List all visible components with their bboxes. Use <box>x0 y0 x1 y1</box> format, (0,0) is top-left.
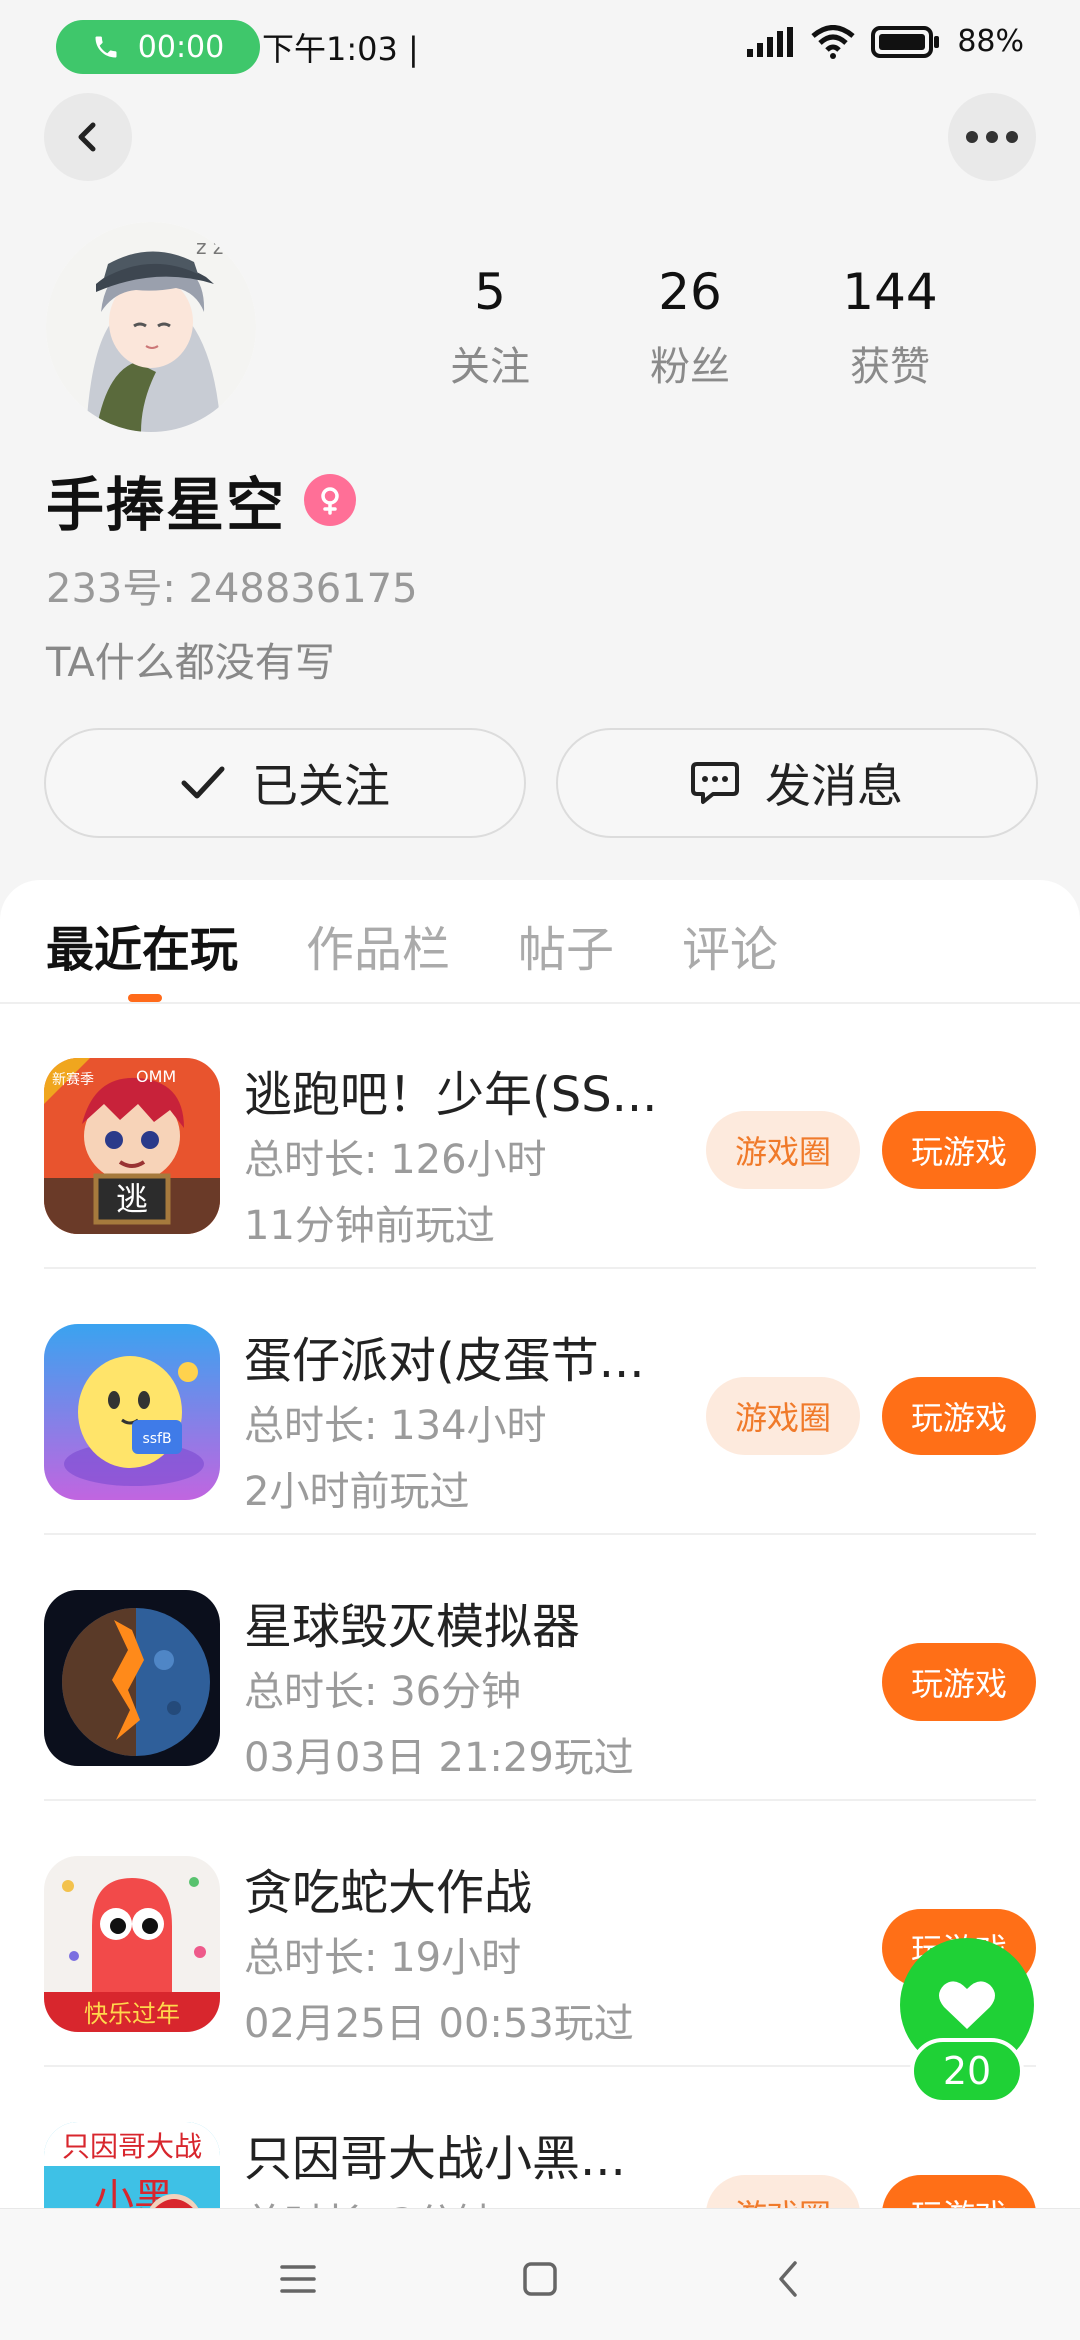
fans-label: 粉丝 <box>650 344 730 390</box>
game-title: 逃跑吧！少年(SS... <box>244 1067 658 1123</box>
game-circle-button[interactable]: 游戏圈 <box>706 2175 860 2208</box>
tab-recently-played[interactable]: 最近在玩 <box>46 910 238 980</box>
following-button-label: 已关注 <box>252 759 390 813</box>
fans-count: 26 <box>658 263 722 321</box>
game-last-played: 03月03日 21:29玩过 <box>244 1735 634 1781</box>
female-gender-icon <box>304 474 357 526</box>
wifi-icon <box>811 24 855 59</box>
chat-bubble-icon <box>691 762 739 804</box>
profile-tabs: 最近在玩 作品栏 帖子 评论 <box>46 910 778 980</box>
game-playtime: 总时长: 126小时 <box>244 1137 547 1183</box>
likes-count: 144 <box>842 263 938 321</box>
anime-character-avatar-image: z z <box>46 222 256 432</box>
game-playtime: 总时长: 19小时 <box>244 1935 522 1981</box>
system-back-button[interactable] <box>758 2249 818 2309</box>
tab-posts[interactable]: 帖子 <box>518 910 614 980</box>
chevron-left-icon <box>78 122 96 152</box>
game-title: 只因哥大战小黑... <box>244 2131 626 2187</box>
recent-apps-button[interactable] <box>268 2249 328 2309</box>
heart-icon <box>939 1981 995 2029</box>
play-game-button[interactable]: 玩游戏 <box>882 1643 1036 1721</box>
like-count: 20 <box>910 2038 1024 2104</box>
game-last-played: 11分钟前玩过 <box>244 1203 495 1249</box>
check-icon <box>181 766 225 799</box>
likes-label: 获赞 <box>850 344 930 390</box>
tab-comments[interactable]: 评论 <box>682 910 778 980</box>
active-tab-indicator <box>128 994 162 1002</box>
profile-stats: 5 关注 26 粉丝 144 获赞 <box>390 262 990 392</box>
like-floating-button[interactable]: 20 <box>900 1938 1034 2108</box>
username-row: 手捧星空 <box>46 458 357 542</box>
status-bar: 00:00 下午1:03 | 88% <box>0 0 1080 92</box>
svg-text:OMM: OMM <box>136 1067 176 1086</box>
play-game-button[interactable]: 玩游戏 <box>882 2175 1036 2208</box>
game-last-played: 2小时前玩过 <box>244 1469 470 1515</box>
home-button[interactable] <box>510 2249 570 2309</box>
game-title: 贪吃蛇大作战 <box>244 1865 533 1921</box>
svg-text:新赛季: 新赛季 <box>52 1072 94 1088</box>
game-circle-button[interactable]: 游戏圈 <box>706 1377 860 1455</box>
stat-likes[interactable]: 144 获赞 <box>790 262 990 392</box>
send-message-button[interactable]: 发消息 <box>556 728 1038 838</box>
system-navigation-bar <box>0 2208 1080 2340</box>
list-item[interactable]: ssfB 蛋仔派对(皮蛋节... 总时长: 134小时 2小时前玩过 游戏圈 玩… <box>0 1269 1080 1535</box>
username: 手捧星空 <box>46 471 287 539</box>
more-options-button[interactable] <box>948 93 1036 181</box>
list-item[interactable]: 逃 新赛季 OMM 逃跑吧！少年(SS... 总时长: 126小时 11分钟前玩… <box>0 1003 1080 1269</box>
user-bio: TA什么都没有写 <box>46 640 335 686</box>
play-game-button[interactable]: 玩游戏 <box>882 1111 1036 1189</box>
game-playtime: 总时长: 134小时 <box>244 1403 547 1449</box>
svg-text:z z: z z <box>196 235 223 259</box>
game-playtime: 总时长: 36分钟 <box>244 1669 522 1715</box>
game-icon-planet-destroyer <box>44 1590 220 1766</box>
game-icon-snake: 快乐过年 <box>44 1856 220 2032</box>
following-button[interactable]: 已关注 <box>44 728 526 838</box>
tab-works[interactable]: 作品栏 <box>306 910 450 980</box>
ongoing-call-pill[interactable]: 00:00 <box>56 20 260 74</box>
play-game-button[interactable]: 玩游戏 <box>882 1377 1036 1455</box>
phone-icon <box>95 36 117 58</box>
list-item[interactable]: 星球毁灭模拟器 总时长: 36分钟 03月03日 21:29玩过 玩游戏 <box>0 1535 1080 1801</box>
svg-text:快乐过年: 快乐过年 <box>84 2000 180 2028</box>
svg-text:逃: 逃 <box>116 1180 148 1218</box>
following-count: 5 <box>474 263 506 321</box>
game-title: 蛋仔派对(皮蛋节... <box>244 1333 645 1389</box>
game-icon-chicken-battle: 只因哥大战 小黑 <box>44 2122 220 2208</box>
send-message-label: 发消息 <box>765 759 903 813</box>
call-timer: 00:00 <box>137 29 225 65</box>
svg-text:ssfB: ssfB <box>142 1431 171 1447</box>
game-playtime: 总时长: 3分钟 <box>244 2191 496 2208</box>
game-title: 星球毁灭模拟器 <box>244 1599 581 1655</box>
clock: 下午1:03 | <box>262 30 419 68</box>
menu-icon <box>280 2265 316 2293</box>
stat-fans[interactable]: 26 粉丝 <box>590 262 790 392</box>
user-id: 233号: 248836175 <box>46 566 418 612</box>
svg-text:只因哥大战: 只因哥大战 <box>62 2130 202 2163</box>
home-square-icon <box>523 2262 557 2296</box>
stat-following[interactable]: 5 关注 <box>390 262 590 392</box>
battery-percent: 88% <box>957 24 1024 59</box>
battery-icon <box>871 25 940 58</box>
signal-icon <box>747 26 794 57</box>
back-button[interactable] <box>44 93 132 181</box>
more-dots-icon <box>966 131 1018 143</box>
following-label: 关注 <box>450 344 530 390</box>
back-triangle-icon <box>779 2261 797 2297</box>
game-icon-eggy-party: ssfB <box>44 1324 220 1500</box>
avatar[interactable]: z z <box>46 222 256 432</box>
game-last-played: 02月25日 00:53玩过 <box>244 2001 634 2047</box>
game-circle-button[interactable]: 游戏圈 <box>706 1111 860 1189</box>
game-icon-escape: 逃 新赛季 OMM <box>44 1058 220 1234</box>
